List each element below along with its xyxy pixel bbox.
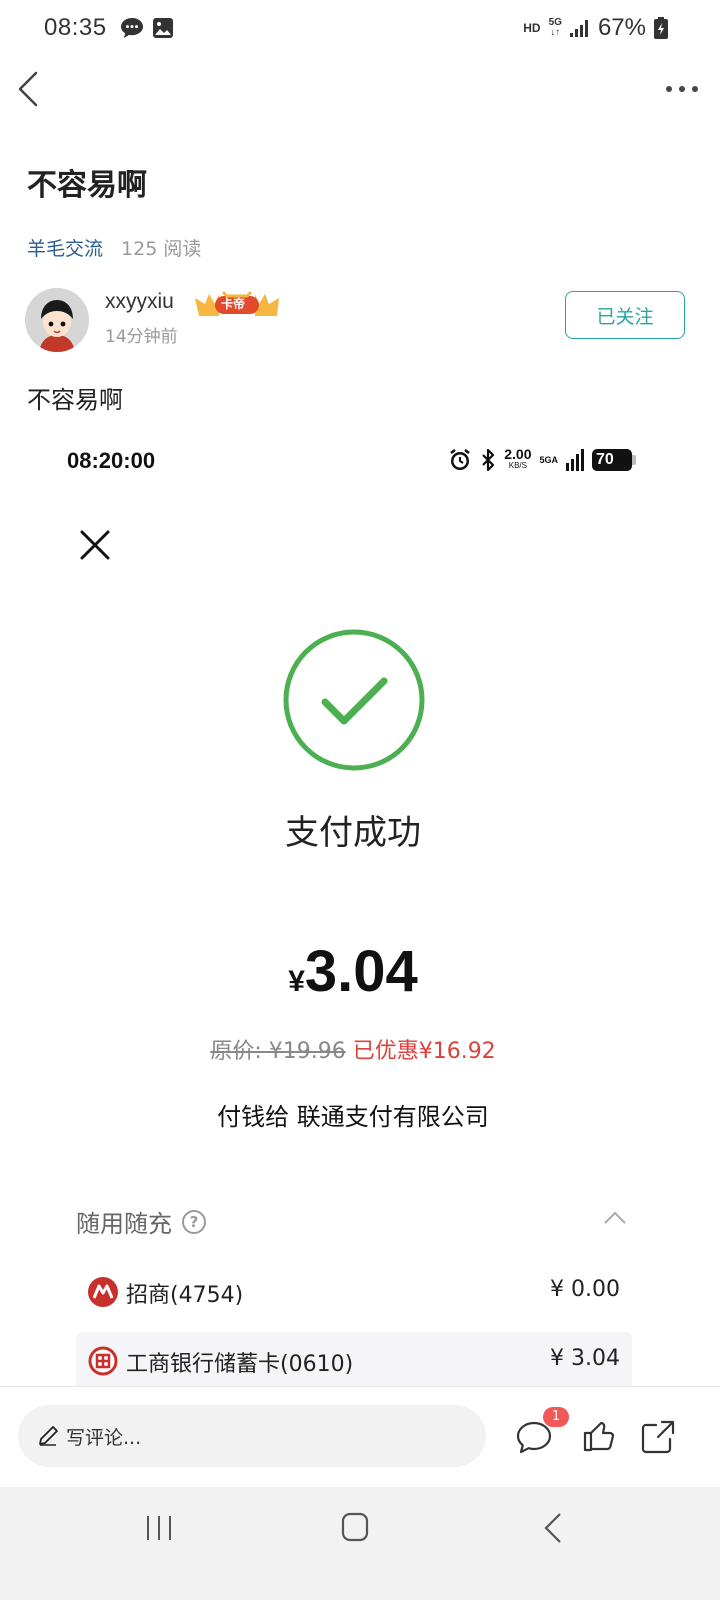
bank-amount: ¥ 3.04 <box>550 1346 620 1371</box>
post-body: 不容易啊 <box>27 386 123 414</box>
post-meta: 羊毛交流 125 阅读 <box>27 234 201 261</box>
signal-icon <box>566 449 584 471</box>
author-row: xxyyxiu 卡帝 14分钟前 已关注 <box>25 288 685 352</box>
network-speed-value: 2.00 <box>504 446 532 462</box>
icbc-bank-icon <box>88 1346 118 1376</box>
back-icon[interactable] <box>14 70 44 108</box>
cmb-bank-icon <box>88 1277 118 1307</box>
success-check-icon <box>283 629 425 771</box>
avatar-cartoon-icon <box>25 288 89 352</box>
comment-bar: 写评论... 1 <box>0 1386 720 1486</box>
chevron-up-icon[interactable] <box>602 1208 628 1226</box>
network-5ga-indicator: 5GA <box>539 455 558 465</box>
payment-method-row[interactable]: 工商银行储蓄卡(0610) ¥ 3.04 <box>76 1332 632 1390</box>
bank-name: 工商银行储蓄卡(0610) <box>126 1352 354 1377</box>
status-system-icons: HD 5G ↓↑ 67% <box>523 14 668 42</box>
system-navigation-bar <box>0 1487 720 1600</box>
thumbs-up-icon[interactable] <box>582 1419 616 1453</box>
battery-charging-icon <box>654 17 668 39</box>
embedded-status-icons: 2.00 KB/S 5GA 70 <box>448 446 636 472</box>
post-title: 不容易啊 <box>27 168 147 203</box>
hd-indicator: HD <box>523 21 541 35</box>
discount-row: 原价: ¥19.96 已优惠¥16.92 <box>0 1033 706 1065</box>
read-count: 125 阅读 <box>121 238 202 260</box>
comment-count-badge: 1 <box>543 1407 569 1427</box>
close-icon[interactable] <box>78 528 112 562</box>
more-options-icon[interactable] <box>664 76 700 102</box>
bluetooth-icon <box>482 448 495 472</box>
embedded-status-bar: 08:20:00 2.00 KB/S 5GA 70 <box>67 446 636 476</box>
payment-method-header: 随用随充 ? <box>76 1204 206 1239</box>
original-price: 原价: ¥19.96 <box>210 1039 346 1064</box>
recent-apps-icon[interactable] <box>144 1513 174 1543</box>
alarm-icon <box>450 449 470 470</box>
bank-amount: ¥ 0.00 <box>550 1277 620 1302</box>
comment-placeholder: 写评论... <box>66 1426 142 1449</box>
system-back-icon[interactable] <box>542 1511 564 1545</box>
currency-symbol: ¥ <box>288 965 305 998</box>
network-5g-indicator: 5G ↓↑ <box>549 18 562 38</box>
payment-success-title: 支付成功 <box>285 813 421 853</box>
embedded-battery: 70 <box>592 449 636 471</box>
network-speed: 2.00 KB/S <box>504 446 532 471</box>
status-notification-icons <box>120 17 174 39</box>
signal-icon <box>569 20 588 37</box>
forum-link[interactable]: 羊毛交流 <box>27 234 103 261</box>
home-icon[interactable] <box>340 1511 370 1543</box>
amount-value: 3.04 <box>304 939 418 1004</box>
payment-method-title: 随用随充 <box>76 1210 172 1238</box>
bank-name: 招商(4754) <box>126 1283 244 1308</box>
help-icon[interactable]: ? <box>182 1209 206 1234</box>
up-down-arrows-icon: ↓↑ <box>550 27 561 38</box>
gallery-icon <box>153 18 173 38</box>
author-level-badge: 卡帝 <box>193 290 281 318</box>
discount-amount: 已优惠¥16.92 <box>352 1039 496 1064</box>
author-badge-label: 卡帝 <box>221 297 246 311</box>
chat-bubble-icon <box>121 18 143 38</box>
payment-amount: ¥3.04 <box>0 938 706 1005</box>
comment-input[interactable]: 写评论... <box>18 1405 486 1467</box>
status-bar: 08:35 HD 5G ↓↑ 67% <box>0 0 720 58</box>
share-icon[interactable] <box>640 1419 676 1455</box>
author-name[interactable]: xxyyxiu <box>105 290 174 314</box>
embedded-time: 08:20:00 <box>67 448 156 473</box>
payment-method-row[interactable]: 招商(4754) ¥ 0.00 <box>76 1263 632 1321</box>
post-time: 14分钟前 <box>105 327 178 347</box>
battery-percent: 67% <box>597 14 646 41</box>
pencil-icon <box>39 1426 58 1446</box>
payee: 付钱给 联通支付有限公司 <box>217 1103 489 1131</box>
status-time: 08:35 <box>44 14 107 41</box>
avatar[interactable] <box>25 288 89 352</box>
follow-button[interactable]: 已关注 <box>565 291 685 339</box>
